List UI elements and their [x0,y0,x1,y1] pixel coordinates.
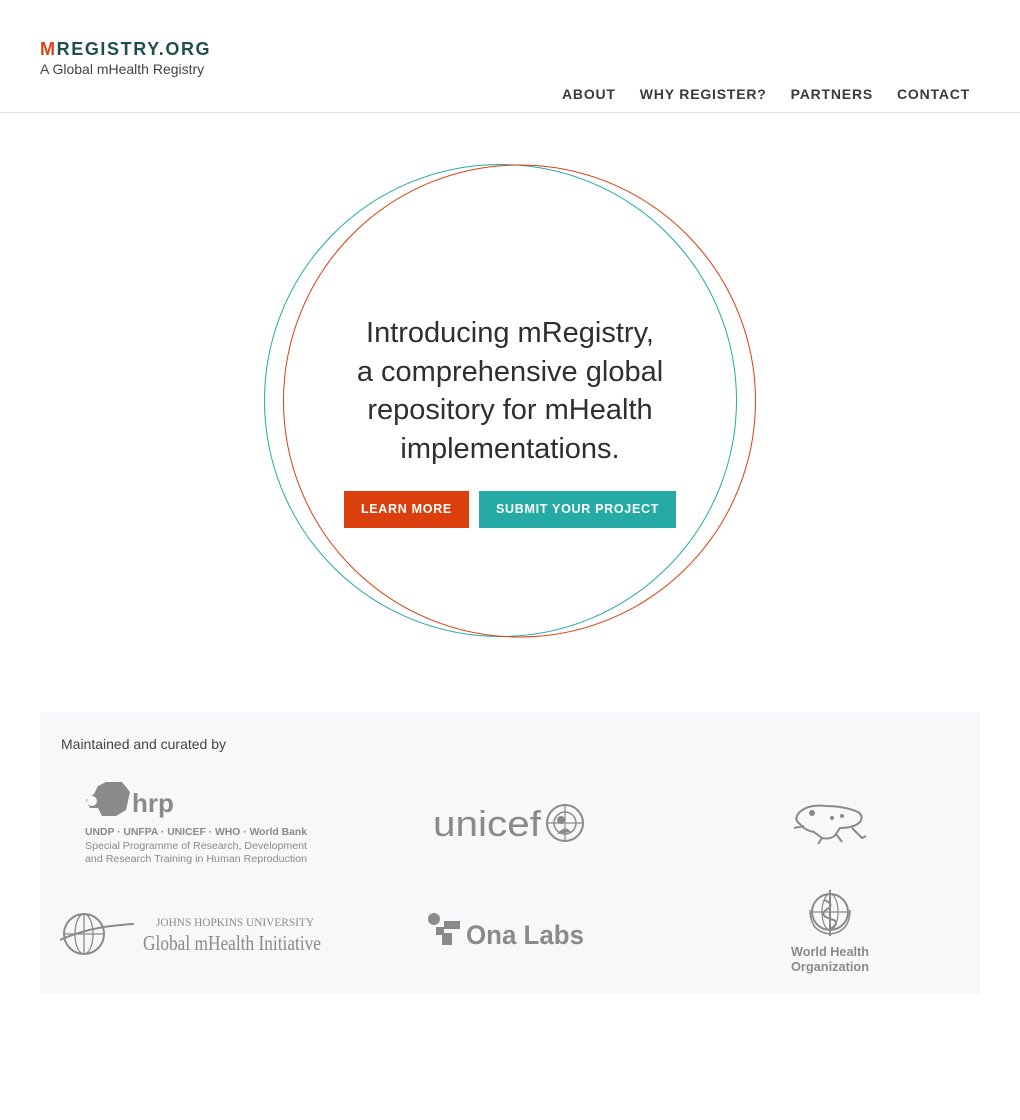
unicef-logo[interactable]: unicef [433,802,593,844]
ona-logo-graphic: Ona Labs [428,913,584,947]
hrp-line-2: Special Programme of Research, Developme… [85,840,307,852]
hero-line-4: implementations. [400,432,620,465]
hrp-name: hrp [132,788,174,818]
ona-blocks-icon [428,913,460,945]
unicef-logo-graphic: unicef [433,803,584,844]
frog-logo[interactable] [792,802,868,846]
nav-partners[interactable]: PARTNERS [791,86,873,102]
ona-labs-logo[interactable]: Ona Labs [428,913,588,947]
jhu-line-2: Global mHealth Initiative [143,931,321,955]
who-emblem-icon [809,890,851,936]
hero-buttons: LEARN MORE SUBMIT YOUR PROJECT [264,491,756,528]
jhu-logo-graphic: JOHNS HOPKINS UNIVERSITY Global mHealth … [60,913,321,955]
partners-title: Maintained and curated by [61,736,226,752]
brand-initial: M [40,39,57,59]
partners-panel: Maintained and curated by hrp UNDP · UNF… [40,712,980,994]
unicef-name: unicef [433,803,542,844]
brand-tagline: A Global mHealth Registry [40,61,205,77]
ona-name: Ona Labs [466,920,584,947]
globe-icon [60,913,135,955]
brand-name: MREGISTRY.ORG [40,38,211,60]
main-nav: ABOUT WHY REGISTER? PARTNERS CONTACT [538,86,970,102]
learn-more-button[interactable]: LEARN MORE [343,491,469,528]
brand-name-rest: REGISTRY.ORG [56,39,212,59]
hero: Introducing mRegistry, a comprehensive g… [264,164,756,638]
nav-why-register[interactable]: WHY REGISTER? [640,86,767,102]
hrp-line-1: UNDP · UNFPA · UNICEF · WHO · World Bank [85,826,307,838]
hrp-logo[interactable]: hrp UNDP · UNFPA · UNICEF · WHO · World … [84,780,314,866]
who-line-2: Organization [791,959,869,974]
who-line-1: World Health [791,944,869,959]
nav-contact[interactable]: CONTACT [897,86,970,102]
hero-heading: Introducing mRegistry, a comprehensive g… [264,314,756,468]
who-logo[interactable]: World Health Organization [788,890,872,974]
hero-line-3: repository for mHealth [367,394,653,426]
nav-about[interactable]: ABOUT [562,86,616,102]
jhu-logo[interactable]: JOHNS HOPKINS UNIVERSITY Global mHealth … [60,910,322,956]
hrp-blob-icon: hrp UNDP · UNFPA · UNICEF · WHO · World … [85,782,307,865]
unicef-emblem-icon [546,804,584,842]
hero-line-1: Introducing mRegistry, [366,317,654,349]
hero-line-2: a comprehensive global [356,355,664,388]
submit-project-button[interactable]: SUBMIT YOUR PROJECT [478,491,677,528]
hrp-line-3: and Research Training in Human Reproduct… [85,853,307,865]
site-header: MREGISTRY.ORG A Global mHealth Registry … [0,0,1020,113]
brand-logo[interactable]: MREGISTRY.ORG A Global mHealth Registry [40,38,211,77]
who-logo-graphic: World Health Organization [791,890,869,974]
frog-icon [793,804,867,845]
jhu-line-1: JOHNS HOPKINS UNIVERSITY [156,917,315,929]
